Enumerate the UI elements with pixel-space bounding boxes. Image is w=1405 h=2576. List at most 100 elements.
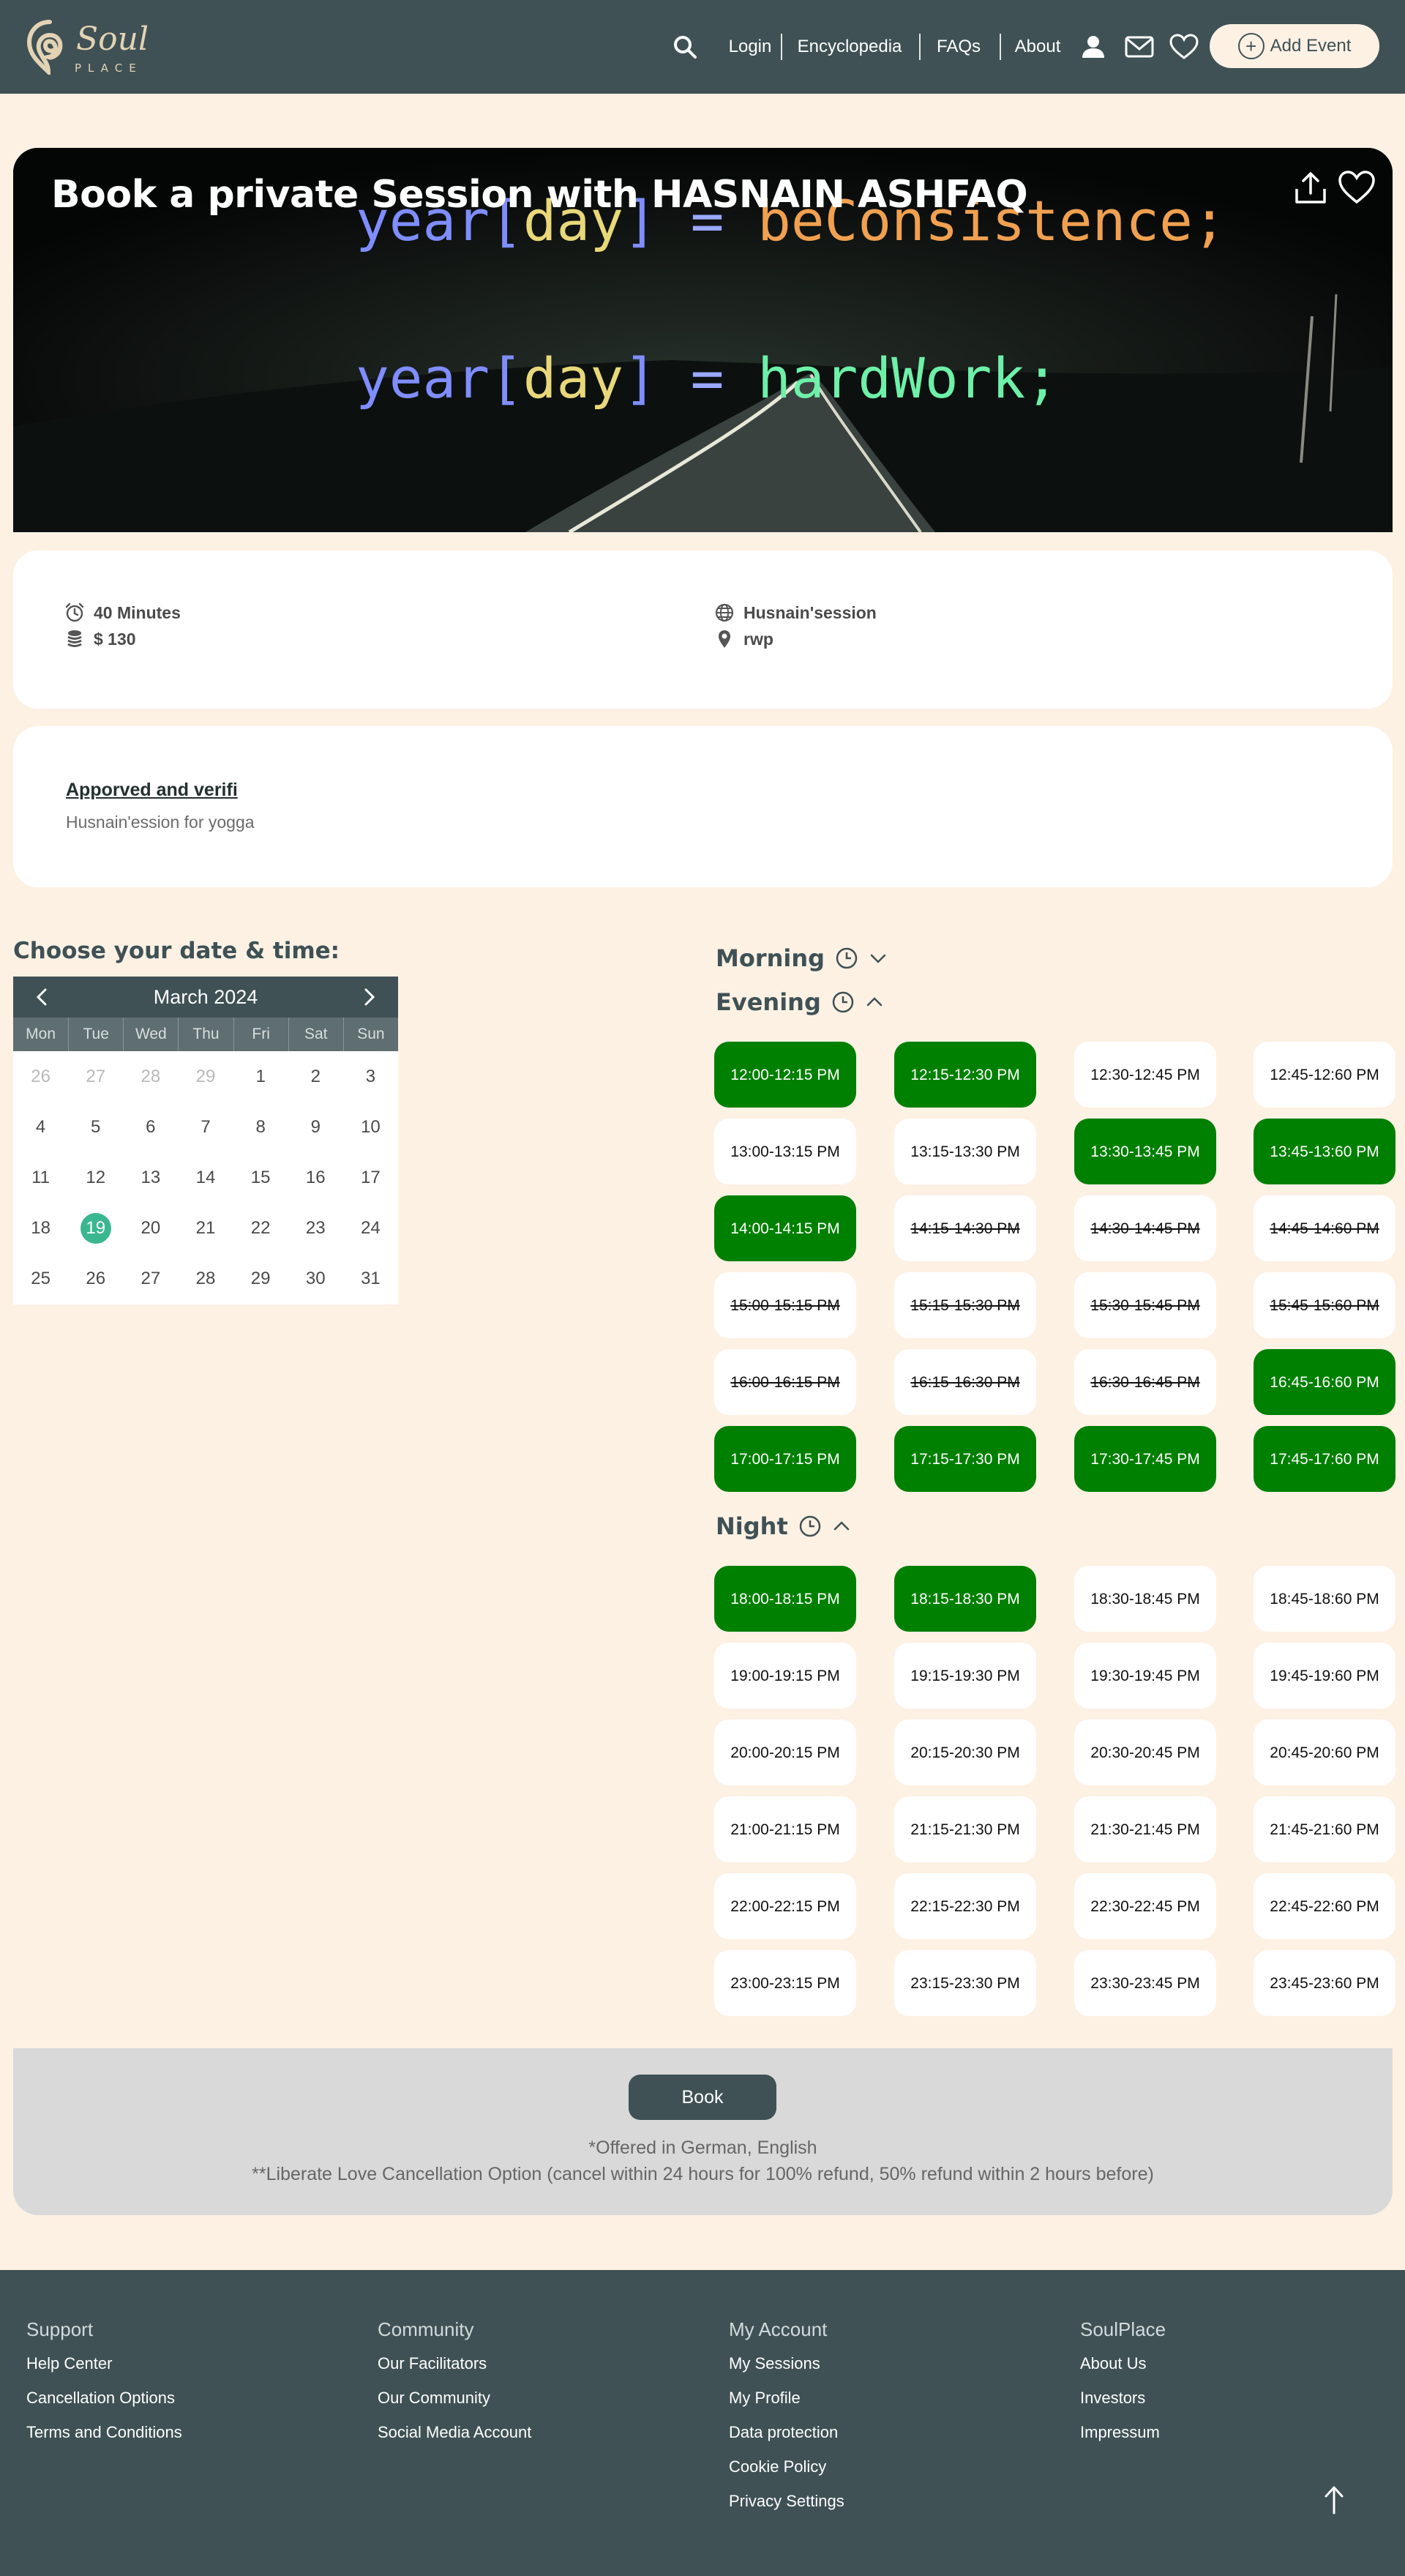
time-slot[interactable]: 22:30-22:45 PM xyxy=(1074,1873,1216,1939)
time-slot[interactable]: 12:30-12:45 PM xyxy=(1074,1042,1216,1108)
footer-link[interactable]: About Us xyxy=(1080,2354,1166,2389)
time-slot-available[interactable]: 12:00-12:15 PM xyxy=(714,1042,856,1108)
footer-link[interactable]: Cookie Policy xyxy=(729,2457,844,2492)
time-slot-available[interactable]: 17:45-17:60 PM xyxy=(1254,1426,1395,1492)
time-slot[interactable]: 21:45-21:60 PM xyxy=(1254,1796,1395,1862)
nav-about[interactable]: About xyxy=(1010,0,1065,94)
footer-link[interactable]: Impressum xyxy=(1080,2423,1166,2457)
time-slot-available[interactable]: 14:00-14:15 PM xyxy=(714,1195,856,1261)
calendar-day[interactable]: 28 xyxy=(123,1051,178,1102)
calendar-day[interactable]: 1 xyxy=(233,1051,288,1102)
footer-link[interactable]: Our Community xyxy=(378,2389,531,2423)
time-slot-available[interactable]: 18:15-18:30 PM xyxy=(894,1566,1036,1632)
footer-link[interactable]: My Profile xyxy=(729,2389,844,2423)
calendar-day[interactable]: 26 xyxy=(13,1051,68,1102)
profile-button[interactable] xyxy=(1077,0,1109,94)
time-slot[interactable]: 21:15-21:30 PM xyxy=(894,1796,1036,1862)
calendar-day[interactable]: 23 xyxy=(288,1203,343,1253)
calendar-day[interactable]: 14 xyxy=(178,1152,233,1203)
time-slot[interactable]: 23:30-23:45 PM xyxy=(1074,1950,1216,2016)
share-button[interactable] xyxy=(1292,170,1329,206)
morning-section-toggle[interactable]: Morning xyxy=(716,944,888,972)
calendar-day[interactable]: 27 xyxy=(68,1051,123,1102)
favorite-event-button[interactable] xyxy=(1338,170,1376,206)
calendar-day[interactable]: 31 xyxy=(343,1253,398,1304)
time-slot[interactable]: 12:45-12:60 PM xyxy=(1254,1042,1395,1108)
footer-link[interactable]: Help Center xyxy=(26,2354,182,2389)
time-slot-available[interactable]: 13:45-13:60 PM xyxy=(1254,1119,1395,1184)
footer-link[interactable]: Terms and Conditions xyxy=(26,2423,182,2457)
time-slot[interactable]: 13:15-13:30 PM xyxy=(894,1119,1036,1184)
nav-login[interactable]: Login xyxy=(716,0,784,94)
calendar-day[interactable]: 24 xyxy=(343,1203,398,1253)
calendar-day[interactable]: 8 xyxy=(233,1102,288,1152)
calendar-day[interactable]: 20 xyxy=(123,1203,178,1253)
previous-month-button[interactable] xyxy=(31,985,54,1009)
footer-link[interactable]: Data protection xyxy=(729,2423,844,2457)
book-button[interactable]: Book xyxy=(629,2075,776,2120)
search-button[interactable] xyxy=(669,0,701,94)
time-slot[interactable]: 22:00-22:15 PM xyxy=(714,1873,856,1939)
time-slot[interactable]: 23:45-23:60 PM xyxy=(1254,1950,1395,2016)
time-slot[interactable]: 20:15-20:30 PM xyxy=(894,1720,1036,1785)
messages-button[interactable] xyxy=(1123,0,1156,94)
footer-link[interactable]: Investors xyxy=(1080,2389,1166,2423)
calendar-day[interactable]: 11 xyxy=(13,1152,68,1203)
calendar-day-selected[interactable]: 19 xyxy=(68,1203,123,1253)
description-title[interactable]: Apporved and verifi xyxy=(66,780,238,801)
time-slot[interactable]: 21:00-21:15 PM xyxy=(714,1796,856,1862)
calendar-day[interactable]: 21 xyxy=(178,1203,233,1253)
calendar-day[interactable]: 26 xyxy=(68,1253,123,1304)
nav-faqs[interactable]: FAQs xyxy=(929,0,988,94)
time-slot[interactable]: 22:15-22:30 PM xyxy=(894,1873,1036,1939)
calendar-day[interactable]: 10 xyxy=(343,1102,398,1152)
night-section-toggle[interactable]: Night xyxy=(716,1512,851,1540)
time-slot[interactable]: 22:45-22:60 PM xyxy=(1254,1873,1395,1939)
time-slot[interactable]: 20:30-20:45 PM xyxy=(1074,1720,1216,1785)
calendar-day[interactable]: 4 xyxy=(13,1102,68,1152)
time-slot[interactable]: 19:00-19:15 PM xyxy=(714,1643,856,1709)
time-slot-available[interactable]: 13:30-13:45 PM xyxy=(1074,1119,1216,1184)
time-slot[interactable]: 19:30-19:45 PM xyxy=(1074,1643,1216,1709)
time-slot-available[interactable]: 17:15-17:30 PM xyxy=(894,1426,1036,1492)
time-slot[interactable]: 20:00-20:15 PM xyxy=(714,1720,856,1785)
time-slot-available[interactable]: 18:00-18:15 PM xyxy=(714,1566,856,1632)
time-slot-available[interactable]: 17:00-17:15 PM xyxy=(714,1426,856,1492)
footer-link[interactable]: Our Facilitators xyxy=(378,2354,531,2389)
footer-link[interactable]: Social Media Account xyxy=(378,2423,531,2457)
calendar-day[interactable]: 25 xyxy=(13,1253,68,1304)
time-slot[interactable]: 21:30-21:45 PM xyxy=(1074,1796,1216,1862)
calendar-day[interactable]: 2 xyxy=(288,1051,343,1102)
calendar-day[interactable]: 28 xyxy=(178,1253,233,1304)
calendar-day[interactable]: 12 xyxy=(68,1152,123,1203)
footer-link[interactable]: My Sessions xyxy=(729,2354,844,2389)
evening-section-toggle[interactable]: Evening xyxy=(716,988,884,1016)
nav-encyclopedia[interactable]: Encyclopedia xyxy=(791,0,908,94)
time-slot[interactable]: 19:15-19:30 PM xyxy=(894,1643,1036,1709)
footer-link[interactable]: Cancellation Options xyxy=(26,2389,182,2423)
calendar-day[interactable]: 6 xyxy=(123,1102,178,1152)
time-slot-available[interactable]: 16:45-16:60 PM xyxy=(1254,1349,1395,1415)
time-slot[interactable]: 23:15-23:30 PM xyxy=(894,1950,1036,2016)
add-event-button[interactable]: + Add Event xyxy=(1210,24,1379,68)
favorites-button[interactable] xyxy=(1168,0,1200,94)
time-slot[interactable]: 18:30-18:45 PM xyxy=(1074,1566,1216,1632)
calendar-day[interactable]: 7 xyxy=(178,1102,233,1152)
time-slot[interactable]: 13:00-13:15 PM xyxy=(714,1119,856,1184)
time-slot[interactable]: 23:00-23:15 PM xyxy=(714,1950,856,2016)
time-slot[interactable]: 19:45-19:60 PM xyxy=(1254,1643,1395,1709)
time-slot-available[interactable]: 17:30-17:45 PM xyxy=(1074,1426,1216,1492)
scroll-to-top-button[interactable] xyxy=(1319,2484,1349,2516)
calendar-day[interactable]: 9 xyxy=(288,1102,343,1152)
calendar-day[interactable]: 30 xyxy=(288,1253,343,1304)
calendar-day[interactable]: 29 xyxy=(233,1253,288,1304)
calendar-day[interactable]: 16 xyxy=(288,1152,343,1203)
calendar-day[interactable]: 3 xyxy=(343,1051,398,1102)
calendar-day[interactable]: 15 xyxy=(233,1152,288,1203)
next-month-button[interactable] xyxy=(357,985,381,1009)
time-slot-available[interactable]: 12:15-12:30 PM xyxy=(894,1042,1036,1108)
time-slot[interactable]: 18:45-18:60 PM xyxy=(1254,1566,1395,1632)
calendar-day[interactable]: 22 xyxy=(233,1203,288,1253)
calendar-day[interactable]: 18 xyxy=(13,1203,68,1253)
time-slot[interactable]: 20:45-20:60 PM xyxy=(1254,1720,1395,1785)
